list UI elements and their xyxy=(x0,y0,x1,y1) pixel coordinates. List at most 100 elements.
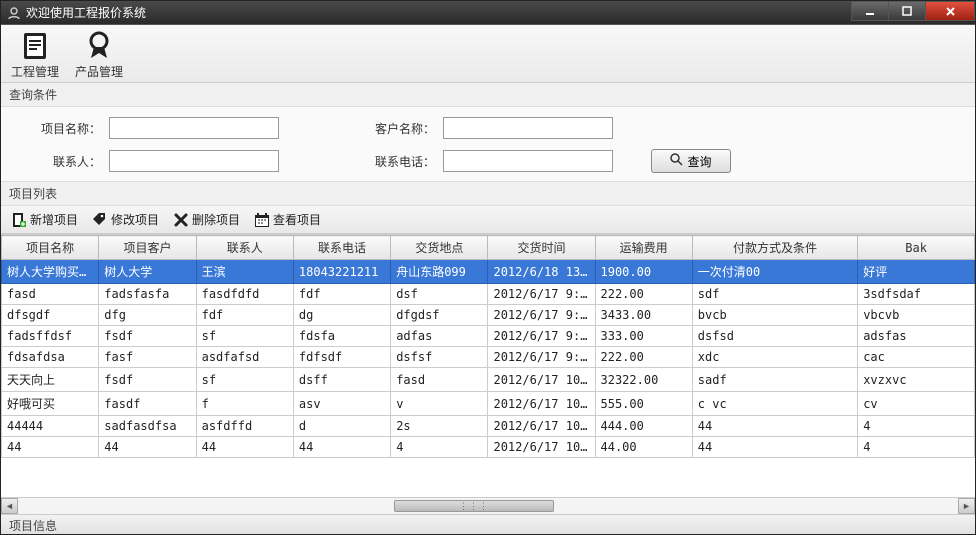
table-cell[interactable]: 树人大学购买... xyxy=(2,260,99,284)
table-cell[interactable]: asv xyxy=(293,392,390,416)
phone-input[interactable] xyxy=(443,150,613,172)
table-cell[interactable]: 44.00 xyxy=(595,437,692,458)
ribbon-product-manage[interactable]: 产品管理 xyxy=(73,29,125,80)
table-cell[interactable]: d xyxy=(293,416,390,437)
table-cell[interactable]: 2012/6/17 9:... xyxy=(488,284,595,305)
table-cell[interactable]: cac xyxy=(858,347,975,368)
table-cell[interactable]: 44 xyxy=(99,437,196,458)
table-cell[interactable]: fasd xyxy=(2,284,99,305)
table-cell[interactable]: 444.00 xyxy=(595,416,692,437)
table-cell[interactable]: 好评 xyxy=(858,260,975,284)
table-cell[interactable]: 44 xyxy=(692,416,857,437)
table-cell[interactable]: bvcb xyxy=(692,305,857,326)
close-button[interactable] xyxy=(925,1,975,21)
table-cell[interactable]: c vc xyxy=(692,392,857,416)
table-cell[interactable]: 一次付清00 xyxy=(692,260,857,284)
table-cell[interactable]: sf xyxy=(196,368,293,392)
table-row[interactable]: 好哦可买fasdffasvv2012/6/17 10...555.00c vcc… xyxy=(2,392,975,416)
scroll-left-arrow[interactable]: ◄ xyxy=(1,498,18,514)
column-header[interactable]: Bak xyxy=(858,236,975,260)
column-header[interactable]: 联系人 xyxy=(196,236,293,260)
table-cell[interactable]: 44 xyxy=(196,437,293,458)
table-cell[interactable]: fasf xyxy=(99,347,196,368)
table-cell[interactable]: 1900.00 xyxy=(595,260,692,284)
table-cell[interactable]: dsff xyxy=(293,368,390,392)
scroll-track[interactable]: ⋮⋮⋮ xyxy=(18,498,958,514)
table-cell[interactable]: fadsfasfa xyxy=(99,284,196,305)
column-header[interactable]: 联系电话 xyxy=(293,236,390,260)
table-row[interactable]: 44444sadfasdfsaasfdffdd2s2012/6/17 10...… xyxy=(2,416,975,437)
table-cell[interactable]: 333.00 xyxy=(595,326,692,347)
table-cell[interactable]: dfgdsf xyxy=(391,305,488,326)
table-cell[interactable]: 2012/6/17 10... xyxy=(488,437,595,458)
table-cell[interactable]: sdf xyxy=(692,284,857,305)
table-cell[interactable]: 44444 xyxy=(2,416,99,437)
table-cell[interactable]: 王滨 xyxy=(196,260,293,284)
view-project-button[interactable]: 查看项目 xyxy=(250,209,325,230)
horizontal-scrollbar[interactable]: ◄ ⋮⋮⋮ ► xyxy=(1,497,975,514)
table-cell[interactable]: 2012/6/17 10... xyxy=(488,392,595,416)
table-cell[interactable]: fdf xyxy=(196,305,293,326)
table-cell[interactable]: 2012/6/17 10... xyxy=(488,368,595,392)
table-cell[interactable]: fadsffdsf xyxy=(2,326,99,347)
table-cell[interactable]: sf xyxy=(196,326,293,347)
table-cell[interactable]: 44 xyxy=(293,437,390,458)
table-cell[interactable]: 3sdfsdaf xyxy=(858,284,975,305)
table-cell[interactable]: adfas xyxy=(391,326,488,347)
table-cell[interactable]: f xyxy=(196,392,293,416)
table-cell[interactable]: 44 xyxy=(692,437,857,458)
table-cell[interactable]: 2012/6/18 13... xyxy=(488,260,595,284)
table-cell[interactable]: fsdf xyxy=(99,368,196,392)
table-cell[interactable]: 3433.00 xyxy=(595,305,692,326)
column-header[interactable]: 付款方式及条件 xyxy=(692,236,857,260)
table-cell[interactable]: 4 xyxy=(858,416,975,437)
table-cell[interactable]: dg xyxy=(293,305,390,326)
table-cell[interactable]: 32322.00 xyxy=(595,368,692,392)
table-cell[interactable]: 555.00 xyxy=(595,392,692,416)
table-row[interactable]: 天天向上fsdfsfdsfffasd2012/6/17 10...32322.0… xyxy=(2,368,975,392)
table-cell[interactable]: 222.00 xyxy=(595,284,692,305)
edit-project-button[interactable]: 修改项目 xyxy=(88,209,163,230)
table-row[interactable]: fasdfadsfasfafasdfdfdfdfdsf2012/6/17 9:.… xyxy=(2,284,975,305)
table-cell[interactable]: adsfas xyxy=(858,326,975,347)
table-cell[interactable]: v xyxy=(391,392,488,416)
table-cell[interactable]: dfsgdf xyxy=(2,305,99,326)
table-cell[interactable]: 天天向上 xyxy=(2,368,99,392)
column-header[interactable]: 交货时间 xyxy=(488,236,595,260)
maximize-button[interactable] xyxy=(888,1,926,21)
table-cell[interactable]: 4 xyxy=(391,437,488,458)
table-cell[interactable]: dsf xyxy=(391,284,488,305)
ribbon-project-manage[interactable]: 工程管理 xyxy=(9,29,61,80)
table-cell[interactable]: 2s xyxy=(391,416,488,437)
delete-project-button[interactable]: 删除项目 xyxy=(169,209,244,230)
search-button[interactable]: 查询 xyxy=(651,149,731,173)
table-cell[interactable]: cv xyxy=(858,392,975,416)
table-cell[interactable]: 好哦可买 xyxy=(2,392,99,416)
table-cell[interactable]: 树人大学 xyxy=(99,260,196,284)
table-cell[interactable]: asfdffd xyxy=(196,416,293,437)
table-cell[interactable]: 2012/6/17 9:... xyxy=(488,347,595,368)
scroll-thumb[interactable]: ⋮⋮⋮ xyxy=(394,500,554,512)
table-cell[interactable]: fdf xyxy=(293,284,390,305)
table-cell[interactable]: xdc xyxy=(692,347,857,368)
table-cell[interactable]: dsfsf xyxy=(391,347,488,368)
table-cell[interactable]: 舟山东路099 xyxy=(391,260,488,284)
column-header[interactable]: 项目客户 xyxy=(99,236,196,260)
table-row[interactable]: fdsafdsafasfasdfafsdfdfsdfdsfsf2012/6/17… xyxy=(2,347,975,368)
table-cell[interactable]: 2012/6/17 9:... xyxy=(488,305,595,326)
table-cell[interactable]: sadfasdfsa xyxy=(99,416,196,437)
table-cell[interactable]: vbcvb xyxy=(858,305,975,326)
table-cell[interactable]: 222.00 xyxy=(595,347,692,368)
table-row[interactable]: dfsgdfdfgfdfdgdfgdsf2012/6/17 9:...3433.… xyxy=(2,305,975,326)
table-cell[interactable]: 2012/6/17 10... xyxy=(488,416,595,437)
column-header[interactable]: 交货地点 xyxy=(391,236,488,260)
table-cell[interactable]: xvzxvc xyxy=(858,368,975,392)
table-cell[interactable]: fasdf xyxy=(99,392,196,416)
scroll-right-arrow[interactable]: ► xyxy=(958,498,975,514)
project-name-input[interactable] xyxy=(109,117,279,139)
table-cell[interactable]: 44 xyxy=(2,437,99,458)
data-grid[interactable]: 项目名称项目客户联系人联系电话交货地点交货时间运输费用付款方式及条件Bak 树人… xyxy=(1,235,975,458)
column-header[interactable]: 运输费用 xyxy=(595,236,692,260)
table-row[interactable]: 4444444442012/6/17 10...44.00444 xyxy=(2,437,975,458)
add-project-button[interactable]: 新增项目 xyxy=(7,209,82,230)
